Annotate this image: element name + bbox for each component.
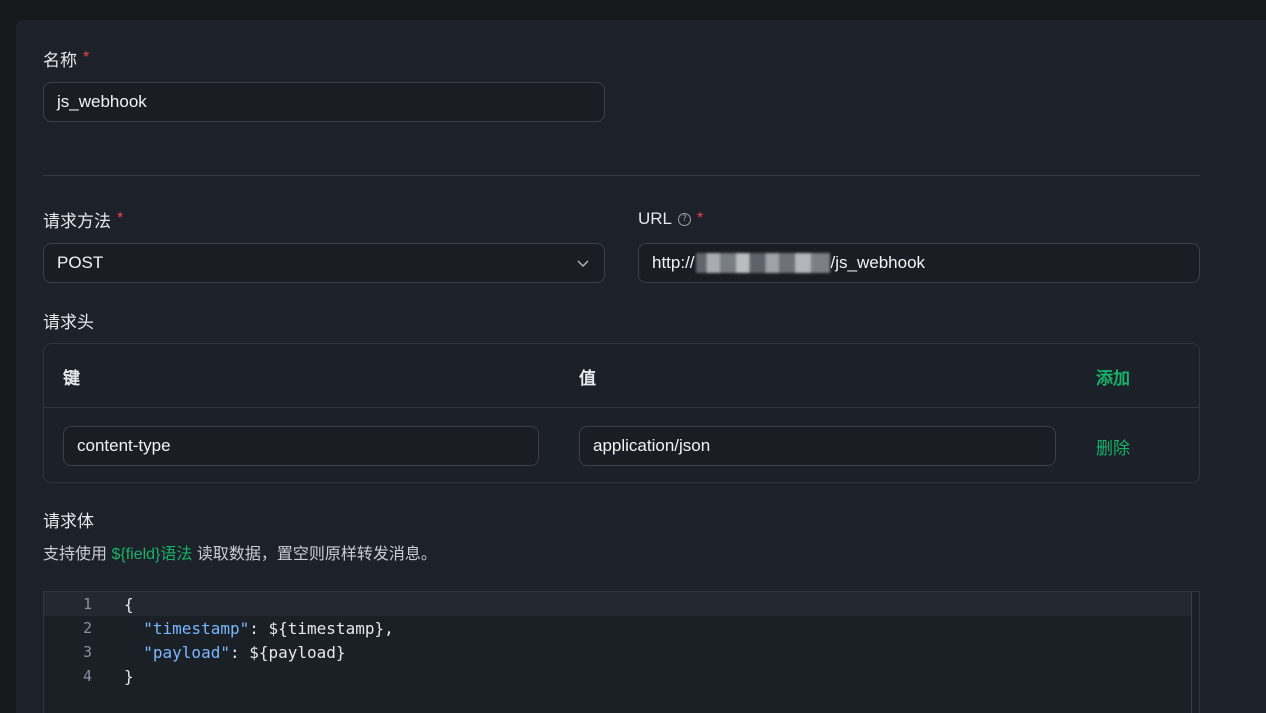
code-line: 2 "timestamp": ${timestamp},	[44, 616, 1192, 640]
column-key: 键	[63, 369, 80, 388]
column-value: 值	[579, 369, 596, 388]
hint-text: 支持使用	[43, 546, 112, 563]
url-prefix: http://	[652, 253, 695, 272]
body-label-text: 请求体	[43, 511, 94, 531]
headers-table-header: 键 值 添加	[44, 344, 1199, 408]
headers-label-text: 请求头	[43, 312, 94, 332]
code-text: "payload": ${payload}	[124, 642, 346, 662]
method-label-text: 请求方法	[43, 211, 111, 231]
headers-label: 请求头	[43, 308, 94, 332]
redacted-host	[695, 253, 830, 273]
editor-scrollbar[interactable]	[1191, 592, 1199, 713]
delete-header-button[interactable]: 删除	[1096, 434, 1130, 459]
code-plain	[124, 619, 143, 638]
url-suffix: /js_webhook	[830, 253, 926, 272]
section-divider	[43, 175, 1200, 176]
code-text: {	[124, 595, 134, 614]
name-input-value: js_webhook	[57, 92, 147, 111]
body-label: 请求体	[43, 507, 94, 531]
method-select[interactable]: POST	[43, 243, 605, 283]
header-value-input[interactable]: application/json	[579, 426, 1056, 466]
line-number: 1	[82, 595, 92, 613]
url-label: URL ? *	[638, 207, 703, 231]
code-plain: }	[124, 666, 134, 686]
line-number: 3	[82, 643, 92, 661]
code-line: 4 }	[44, 664, 1192, 688]
required-mark: *	[697, 210, 704, 227]
code-plain	[124, 643, 143, 662]
body-hint: 支持使用 ${field}语法 读取数据，置空则原样转发消息。	[43, 540, 437, 564]
url-label-text: URL	[638, 209, 673, 228]
headers-table: 键 值 添加 content-type application/json 删除	[43, 343, 1200, 483]
line-number: 4	[82, 667, 92, 685]
code-plain: : ${timestamp},	[249, 618, 394, 638]
code-line: 3 "payload": ${payload}	[44, 640, 1192, 664]
url-input[interactable]: http:// /js_webhook	[638, 243, 1200, 283]
code-text: "timestamp": ${timestamp},	[124, 618, 394, 638]
code-string: "timestamp"	[143, 618, 250, 638]
line-number: 2	[82, 619, 92, 637]
code-string: "payload"	[143, 642, 230, 662]
required-mark: *	[117, 210, 124, 227]
hint-text: 读取数据，置空则原样转发消息。	[192, 546, 437, 563]
method-select-value: POST	[57, 253, 104, 272]
name-label-text: 名称	[43, 50, 77, 70]
body-code-editor[interactable]: 1 { 2 "timestamp": ${timestamp}, 3 "payl…	[43, 591, 1200, 713]
method-label: 请求方法 *	[43, 207, 123, 231]
chevron-down-icon	[577, 260, 589, 267]
code-text: }	[124, 667, 134, 686]
code-line: 1 {	[44, 592, 1192, 616]
help-icon[interactable]: ?	[678, 212, 692, 226]
header-key-value: content-type	[77, 436, 171, 455]
syntax-link[interactable]: ${field}语法	[111, 546, 192, 563]
name-label: 名称 *	[43, 46, 89, 70]
required-mark: *	[83, 49, 90, 66]
code-plain: : ${payload}	[229, 642, 346, 662]
name-input[interactable]: js_webhook	[43, 82, 605, 122]
header-value-value: application/json	[593, 436, 711, 455]
header-key-input[interactable]: content-type	[63, 426, 539, 466]
code-plain: {	[124, 594, 134, 614]
add-header-button[interactable]: 添加	[1096, 364, 1130, 389]
